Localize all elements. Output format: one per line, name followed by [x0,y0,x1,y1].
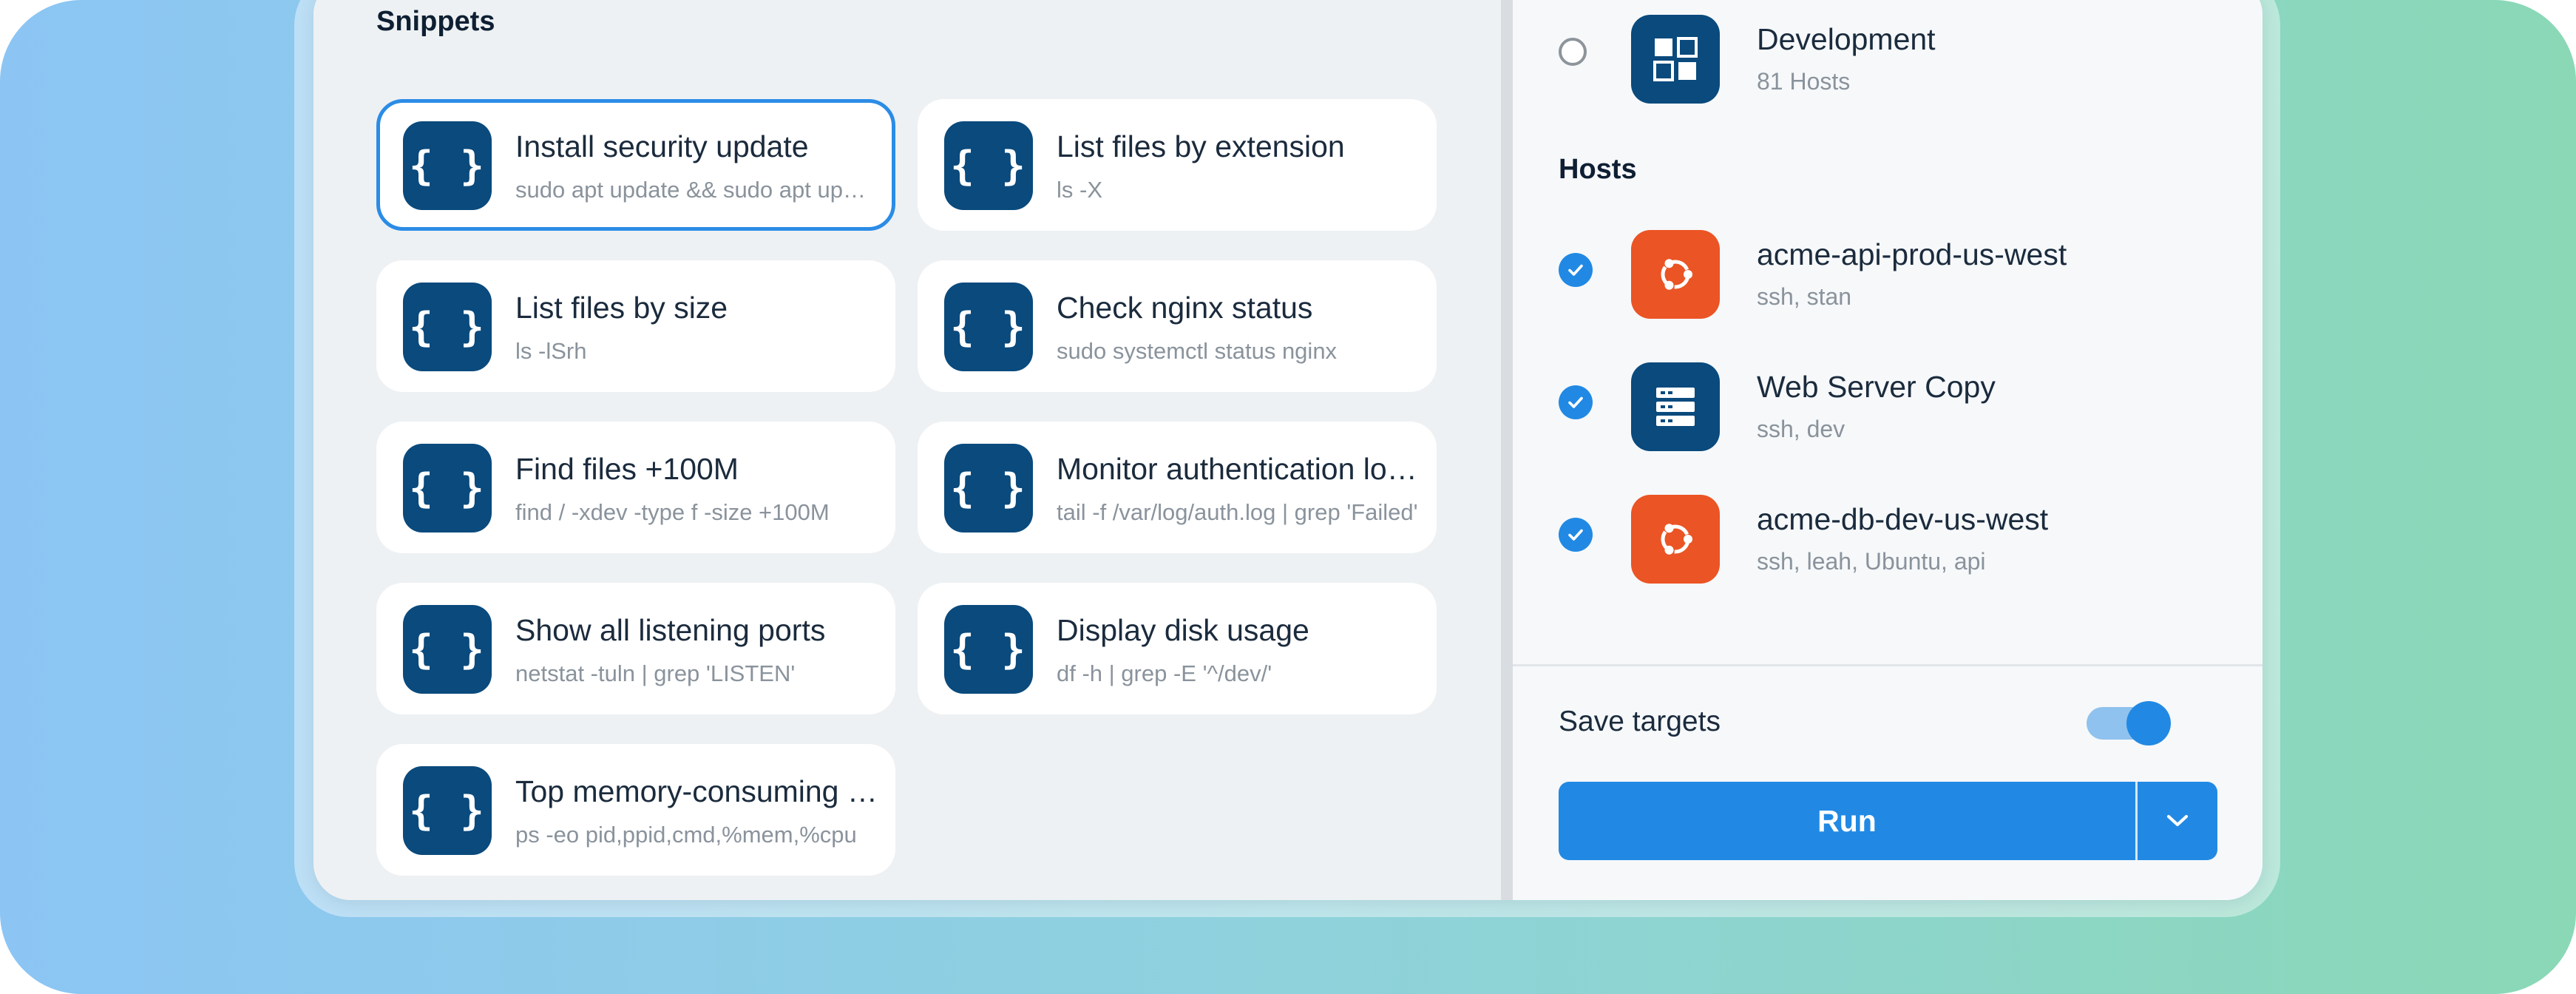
snippet-braces-icon: { } [403,444,492,532]
checkmark-icon [1568,529,1583,541]
snippet-title: Top memory-consuming processes [515,774,878,808]
snippet-command: ls -lSrh [515,338,587,364]
run-options-button[interactable] [2138,782,2217,860]
snippet-command: sudo systemctl status nginx [1057,338,1338,364]
snippet-card[interactable]: { } List files by size ls -lSrh [376,260,895,392]
snippet-title: Install security update [515,129,809,163]
snippet-title: Display disk usage [1057,613,1309,647]
snippets-title: Snippets [376,6,495,37]
snippet-braces-icon: { } [403,283,492,371]
snippet-command: ls -X [1057,177,1102,203]
snippet-card[interactable]: { } List files by extension ls -X [918,99,1437,231]
ubuntu-icon [1631,230,1720,319]
snippet-braces-icon: { } [403,121,492,210]
ubuntu-icon [1631,495,1720,584]
hosts-title: Hosts [1559,154,1637,185]
snippet-braces-icon: { } [944,283,1033,371]
snippet-command: tail -f /var/log/auth.log | grep 'Failed… [1057,499,1418,525]
group-host-count: 81 Hosts [1757,68,1851,95]
snippet-command: ps -eo pid,ppid,cmd,%mem,%cpu [515,822,857,848]
host-checkbox[interactable] [1559,518,1593,552]
group-radio[interactable] [1559,38,1587,66]
toggle-knob [2126,701,2171,746]
snippet-card[interactable]: { } Find files +100M find / -xdev -type … [376,422,895,553]
snippet-braces-icon: { } [944,605,1033,694]
save-targets-toggle[interactable] [2087,701,2171,746]
snippet-title: List files by extension [1057,129,1345,163]
host-name: acme-api-prod-us-west [1757,237,2067,271]
pane-resize-handle[interactable] [1501,0,1513,900]
snippet-title: Find files +100M [515,452,739,486]
server-icon [1631,362,1720,451]
host-item[interactable]: acme-db-dev-us-west ssh, leah, Ubuntu, a… [1513,480,2263,591]
host-checkbox[interactable] [1559,253,1593,287]
checkmark-icon [1568,264,1583,276]
run-footer: Save targets Run [1513,664,2263,900]
host-tags: ssh, dev [1757,416,1845,442]
host-item[interactable]: acme-api-prod-us-west ssh, stan [1513,215,2263,326]
run-button[interactable]: Run [1559,782,2135,860]
save-targets-label: Save targets [1559,706,1721,737]
snippet-command: find / -xdev -type f -size +100M [515,499,830,525]
group-icon [1631,15,1720,104]
background: Snippets { } Install security update sud… [0,0,2576,994]
snippet-card[interactable]: { } Check nginx status sudo systemctl st… [918,260,1437,392]
chevron-down-icon [2166,814,2189,827]
snippet-command: sudo apt update && sudo apt upgrade [515,177,878,203]
host-tags: ssh, stan [1757,283,1852,310]
group-item-development[interactable]: Development 81 Hosts [1513,0,2263,111]
checkmark-icon [1568,396,1583,408]
snippet-grid: { } Install security update sudo apt upd… [376,99,1437,876]
snippet-command: df -h | grep -E '^/dev/' [1057,660,1272,686]
host-checkbox[interactable] [1559,385,1593,419]
snippet-title: Check nginx status [1057,291,1313,325]
snippet-braces-icon: { } [944,121,1033,210]
snippet-card[interactable]: { } Top memory-consuming processes ps -e… [376,744,895,876]
snippet-card[interactable]: { } Display disk usage df -h | grep -E '… [918,583,1437,714]
host-item[interactable]: Web Server Copy ssh, dev [1513,348,2263,459]
snippet-title: Monitor authentication logs [1057,452,1419,486]
snippet-command: netstat -tuln | grep 'LISTEN' [515,660,796,686]
host-name: Web Server Copy [1757,370,1996,404]
snippet-braces-icon: { } [403,766,492,855]
snippet-card[interactable]: { } Show all listening ports netstat -tu… [376,583,895,714]
snippets-pane: Snippets { } Install security update sud… [313,0,1501,900]
targets-pane: Development 81 Hosts Hosts acme-api-prod… [1513,0,2263,900]
group-name: Development [1757,22,1936,56]
host-tags: ssh, leah, Ubuntu, api [1757,548,1986,575]
app-window: Snippets { } Install security update sud… [313,0,2263,900]
snippet-title: List files by size [515,291,728,325]
host-name: acme-db-dev-us-west [1757,502,2049,536]
snippet-braces-icon: { } [403,605,492,694]
snippet-title: Show all listening ports [515,613,826,647]
snippet-card[interactable]: { } Monitor authentication logs tail -f … [918,422,1437,553]
snippet-card[interactable]: { } Install security update sudo apt upd… [376,99,895,231]
snippet-braces-icon: { } [944,444,1033,532]
